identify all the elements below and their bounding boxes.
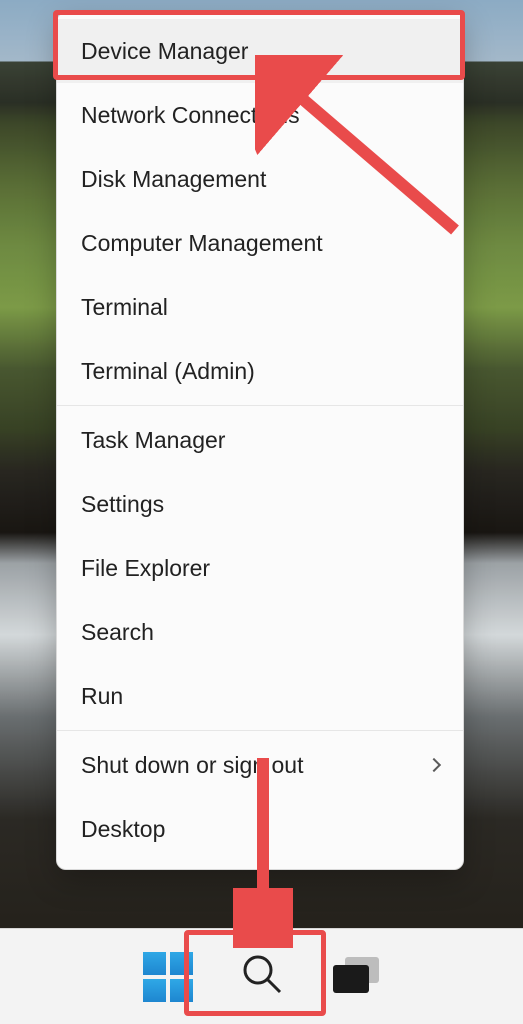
menu-item-disk-management[interactable]: Disk Management [57, 147, 463, 211]
menu-item-label: Device Manager [81, 38, 248, 65]
menu-item-label: Search [81, 619, 154, 646]
menu-separator [57, 730, 463, 731]
menu-item-network-connections[interactable]: Network Connections [57, 83, 463, 147]
menu-item-label: Settings [81, 491, 164, 518]
chevron-right-icon [427, 758, 441, 772]
windows-logo-icon [143, 952, 193, 1002]
task-view-button[interactable] [328, 949, 384, 1005]
search-icon [240, 952, 284, 1001]
menu-item-label: Task Manager [81, 427, 225, 454]
taskbar [0, 928, 523, 1024]
task-view-icon [333, 957, 379, 997]
menu-item-device-manager[interactable]: Device Manager [57, 19, 463, 83]
menu-item-label: Shut down or sign out [81, 752, 303, 779]
menu-item-desktop[interactable]: Desktop [57, 797, 463, 861]
menu-item-run[interactable]: Run [57, 664, 463, 728]
menu-item-label: Desktop [81, 816, 165, 843]
menu-item-label: Network Connections [81, 102, 300, 129]
start-button[interactable] [140, 949, 196, 1005]
menu-item-settings[interactable]: Settings [57, 472, 463, 536]
winx-context-menu: Device Manager Network Connections Disk … [56, 12, 464, 870]
menu-item-task-manager[interactable]: Task Manager [57, 408, 463, 472]
menu-item-label: File Explorer [81, 555, 210, 582]
menu-separator [57, 405, 463, 406]
menu-item-terminal[interactable]: Terminal [57, 275, 463, 339]
menu-item-search[interactable]: Search [57, 600, 463, 664]
menu-item-label: Disk Management [81, 166, 266, 193]
menu-item-shutdown-signout[interactable]: Shut down or sign out [57, 733, 463, 797]
menu-item-file-explorer[interactable]: File Explorer [57, 536, 463, 600]
menu-item-computer-management[interactable]: Computer Management [57, 211, 463, 275]
menu-item-label: Run [81, 683, 123, 710]
menu-item-label: Computer Management [81, 230, 323, 257]
search-button[interactable] [234, 949, 290, 1005]
menu-item-terminal-admin[interactable]: Terminal (Admin) [57, 339, 463, 403]
menu-item-label: Terminal (Admin) [81, 358, 255, 385]
menu-item-label: Terminal [81, 294, 168, 321]
